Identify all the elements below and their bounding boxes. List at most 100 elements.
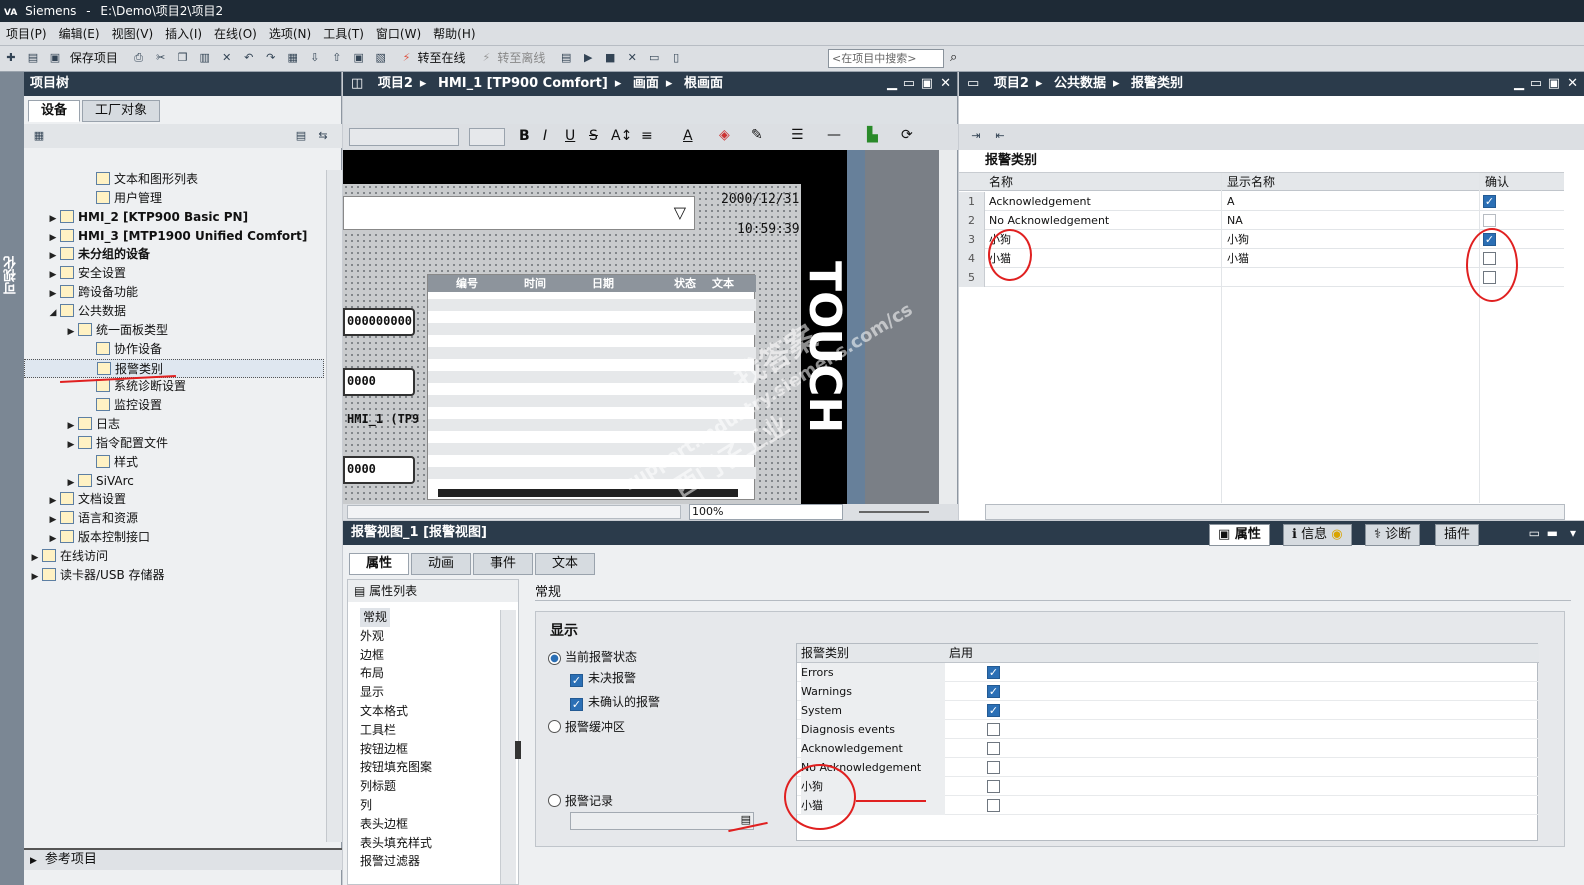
tree-item[interactable]: ▶ 日志 xyxy=(24,415,324,434)
size-combo[interactable] xyxy=(469,128,505,146)
enable-checkbox[interactable] xyxy=(987,761,1000,774)
property-list-item[interactable]: 边框 xyxy=(360,646,384,665)
tree-item[interactable]: 协作设备 xyxy=(24,340,324,359)
property-list-item[interactable]: 列标题 xyxy=(360,777,396,796)
tab-events[interactable]: 事件 xyxy=(473,553,534,575)
insert-row-icon[interactable]: ⇤ xyxy=(992,128,1008,144)
bold-icon[interactable]: B xyxy=(519,128,530,144)
fill-color-icon[interactable]: ◈ xyxy=(719,127,730,143)
table-row[interactable]: 1 Acknowledgement A ✓ xyxy=(959,192,1564,211)
menu-view[interactable]: 视图(V) xyxy=(106,22,160,46)
tree-item[interactable]: ▶ 未分组的设备 xyxy=(24,245,324,264)
io-field-1[interactable]: 000000000 xyxy=(343,308,415,336)
add-row-icon[interactable]: ⇥ xyxy=(968,128,984,144)
radio-alarm-log[interactable]: 报警记录 xyxy=(548,792,613,809)
alarm-view-control[interactable]: 编号 时间 日期 状态 文本 xyxy=(427,274,756,500)
col-ack-header[interactable]: 确认 xyxy=(1485,173,1509,191)
menu-insert[interactable]: 插入(I) xyxy=(159,22,208,46)
compile-icon[interactable]: ▦ xyxy=(285,50,301,66)
zoom-combo[interactable]: 100% xyxy=(689,504,843,520)
cross-ref-icon[interactable]: ✕ xyxy=(624,50,640,66)
rtab-info[interactable]: ℹ 信息 ◉ xyxy=(1283,524,1352,546)
go-online-button[interactable]: 转至在线 xyxy=(418,46,466,70)
search-icon[interactable]: ⌕ xyxy=(950,50,957,65)
undo-icon[interactable]: ↶ xyxy=(241,50,257,66)
save-project-button[interactable]: 保存项目 xyxy=(70,46,118,70)
split-vertical-icon[interactable]: ▯ xyxy=(668,50,684,66)
ac-maximize-icon[interactable]: ▣ xyxy=(1548,72,1560,96)
property-list-item[interactable]: 表头边框 xyxy=(360,815,408,834)
tree-item[interactable]: ▶ 文档设置 xyxy=(24,490,324,509)
menu-edit[interactable]: 编辑(E) xyxy=(53,22,106,46)
enable-checkbox[interactable]: ✓ xyxy=(987,685,1000,698)
alarm-class-display-name[interactable]: A xyxy=(1227,192,1235,211)
tree-item[interactable]: ▶ 在线访问 xyxy=(24,547,324,566)
accessible-devices-icon[interactable]: ▤ xyxy=(558,50,574,66)
property-list-item[interactable]: 外观 xyxy=(360,627,384,646)
editor-vscrollbar[interactable] xyxy=(939,150,957,504)
editor-pin-icon[interactable]: ◫ xyxy=(351,76,363,91)
font-color-icon[interactable]: A xyxy=(683,128,693,144)
acknowledge-checkbox[interactable] xyxy=(1483,214,1496,227)
inspector-minimize-icon[interactable]: ▬ xyxy=(1547,521,1558,545)
menu-tools[interactable]: 工具(T) xyxy=(317,22,370,46)
tree-item[interactable]: ▶ HMI_3 [MTP1900 Unified Comfort] xyxy=(24,227,324,246)
property-list-item[interactable]: 文本格式 xyxy=(360,702,408,721)
ac-minimize-icon[interactable]: ▁ xyxy=(1514,72,1524,96)
col-name-header[interactable]: 名称 xyxy=(989,173,1013,191)
menu-window[interactable]: 窗口(W) xyxy=(370,22,427,46)
alarm-class-display-name[interactable]: NA xyxy=(1227,211,1243,230)
check-unack[interactable]: ✓ 未确认的报警 xyxy=(570,693,660,711)
table-row[interactable]: 2 No Acknowledgement NA xyxy=(959,211,1564,230)
stop-cpu-icon[interactable]: ■ xyxy=(602,50,618,66)
tree-item[interactable]: ◢ 公共数据 xyxy=(24,302,324,321)
tree-item[interactable]: 用户管理 xyxy=(24,189,324,208)
inspector-collapse-icon[interactable]: ▾ xyxy=(1570,521,1576,545)
tree-item[interactable]: 监控设置 xyxy=(24,396,324,415)
tree-item[interactable]: ▶ HMI_2 [KTP900 Basic PN] xyxy=(24,208,324,227)
menu-project[interactable]: 项目(P) xyxy=(0,22,53,46)
rotate-icon[interactable]: ⟳ xyxy=(901,127,913,143)
copy-icon[interactable]: ❐ xyxy=(175,50,191,66)
font-combo[interactable] xyxy=(349,128,459,146)
editor-minimize-icon[interactable]: ▁ xyxy=(887,72,897,96)
tree-item[interactable]: ▶ 跨设备功能 xyxy=(24,283,324,302)
enable-checkbox[interactable] xyxy=(987,780,1000,793)
editor-close-icon[interactable]: ✕ xyxy=(940,72,951,96)
font-size-icon[interactable]: A↕ xyxy=(611,128,632,144)
tree-overview-icon[interactable]: ▦ xyxy=(31,128,47,144)
crumb-root-screen[interactable]: 根画面 xyxy=(684,76,723,91)
redo-icon[interactable]: ↷ xyxy=(263,50,279,66)
ac-close-icon[interactable]: ✕ xyxy=(1567,72,1578,96)
enable-checkbox[interactable] xyxy=(987,742,1000,755)
tree-sync-icon[interactable]: ⇆ xyxy=(315,128,331,144)
save-icon[interactable]: ▣ xyxy=(47,50,63,66)
io-field-2[interactable]: 0000 xyxy=(343,368,415,396)
enable-checkbox[interactable]: ✓ xyxy=(987,704,1000,717)
col-display-header[interactable]: 显示名称 xyxy=(1227,173,1275,191)
paste-icon[interactable]: ▥ xyxy=(197,50,213,66)
start-cpu-icon[interactable]: ▶ xyxy=(580,50,596,66)
tab-properties[interactable]: 属性 xyxy=(349,553,410,575)
tab-animations[interactable]: 动画 xyxy=(411,553,472,575)
cut-icon[interactable]: ✂ xyxy=(153,50,169,66)
check-pending[interactable]: ✓ 未决报警 xyxy=(570,669,636,687)
browse-icon[interactable]: ▤ xyxy=(741,813,751,826)
ac-crumb-alarm-classes[interactable]: 报警类别 xyxy=(1131,76,1183,91)
ac-crumb-project[interactable]: 项目2 xyxy=(994,76,1029,91)
download-icon[interactable]: ⇩ xyxy=(307,50,323,66)
crumb-project[interactable]: 项目2 xyxy=(378,76,413,91)
ac-hscrollbar[interactable] xyxy=(985,504,1565,520)
property-list-item[interactable]: 布局 xyxy=(360,664,384,683)
alarm-log-select[interactable]: ▤ xyxy=(570,812,754,830)
expand-arrow-icon[interactable]: ▶ xyxy=(28,568,42,587)
screen-dropdown[interactable]: ▽ xyxy=(343,196,695,230)
rtab-properties[interactable]: ▣ 属性 xyxy=(1209,524,1270,546)
menu-help[interactable]: 帮助(H) xyxy=(427,22,481,46)
io-field-3[interactable]: 0000 xyxy=(343,456,415,484)
project-search-input[interactable]: <在项目中搜索> xyxy=(828,49,944,68)
line-width-icon[interactable]: — xyxy=(827,127,841,143)
crumb-hmi[interactable]: HMI_1 [TP900 Comfort] xyxy=(438,76,608,91)
upload-icon[interactable]: ⇧ xyxy=(329,50,345,66)
zoom-slider[interactable] xyxy=(859,511,929,513)
